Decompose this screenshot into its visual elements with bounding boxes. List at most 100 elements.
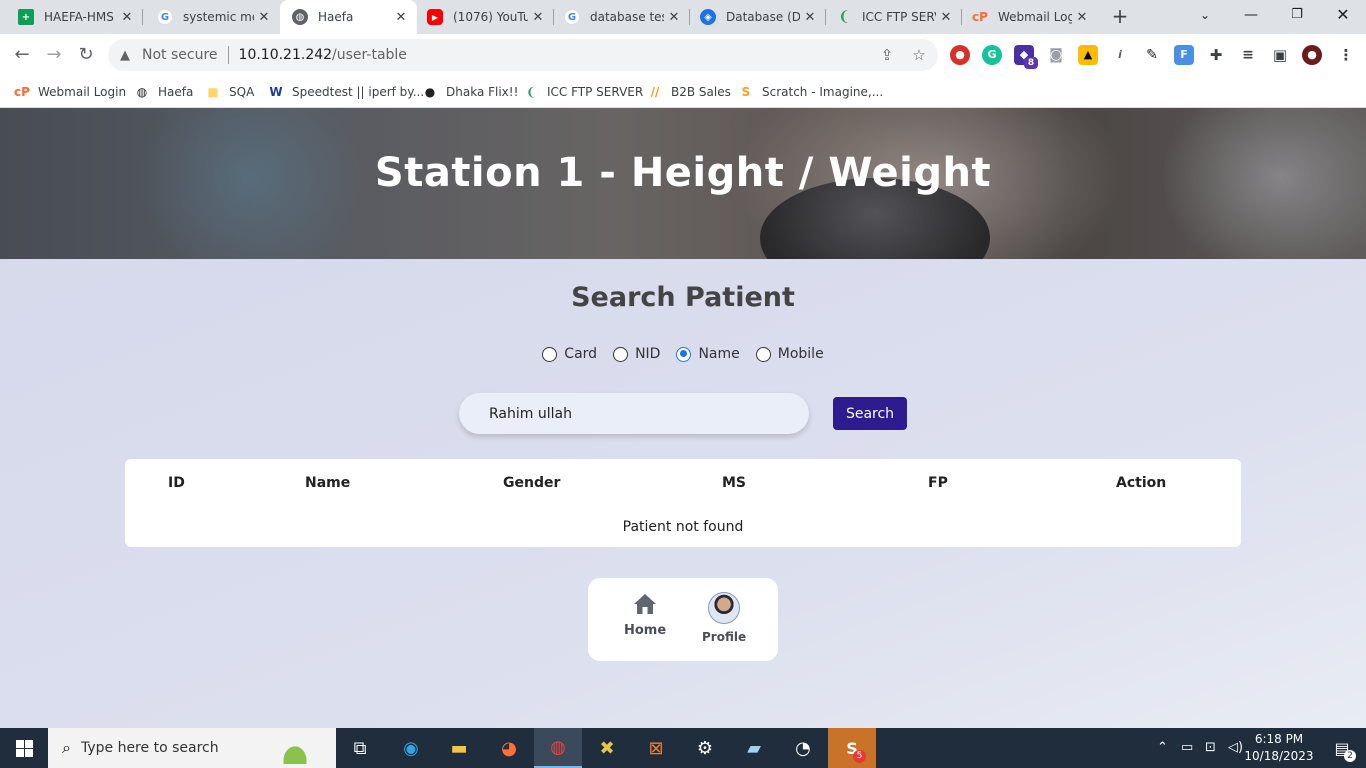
chrome-icon[interactable]: ◍	[534, 728, 582, 768]
menu-kebab-icon[interactable]: ⋮	[1336, 45, 1356, 65]
close-icon[interactable]: ✕	[664, 10, 684, 25]
notepad-app-icon[interactable]: ▰	[730, 728, 778, 768]
restore-button[interactable]: ❐	[1274, 0, 1320, 30]
task-view-icon[interactable]: ⧉	[336, 728, 384, 768]
patient-search-input[interactable]	[459, 393, 809, 434]
tab-database-test[interactable]: G database tes ✕	[554, 0, 690, 34]
side-panel-icon[interactable]: ▣	[1270, 45, 1290, 65]
security-label[interactable]: Not secure	[142, 47, 218, 63]
bookmark-dhakaflix[interactable]: ● Dhaka Flix!!	[422, 82, 519, 102]
file-explorer-icon[interactable]: ▬	[435, 728, 483, 768]
radio-button[interactable]	[542, 346, 558, 362]
bookmark-speedtest[interactable]: W Speedtest || iperf by...	[268, 82, 424, 102]
google-icon: G	[157, 9, 173, 25]
close-icon[interactable]: ✕	[936, 10, 956, 25]
battery-icon[interactable]: ▭	[1181, 740, 1193, 755]
puzzle-extensions-icon[interactable]: ✚	[1206, 45, 1226, 65]
radio-card[interactable]: Card	[542, 346, 597, 362]
hero-title: Station 1 - Height / Weight	[374, 150, 992, 196]
close-icon[interactable]: ✕	[800, 10, 820, 25]
speedometer-app-icon[interactable]: ◔	[779, 728, 827, 768]
settings-gear-icon[interactable]: ⚙	[681, 728, 729, 768]
column-header-fp: FP	[928, 475, 948, 491]
firefox-icon[interactable]: ◕	[485, 728, 533, 768]
font-extension-icon[interactable]: F	[1174, 45, 1194, 65]
close-icon[interactable]: ✕	[254, 10, 274, 25]
volume-icon[interactable]: ◁)	[1228, 740, 1243, 755]
clock-date: 10/18/2023	[1244, 749, 1314, 763]
tab-webmail[interactable]: cP Webmail Log ✕	[962, 0, 1098, 34]
warning-icon[interactable]: ▲	[120, 48, 136, 63]
network-icon[interactable]: ⊡	[1205, 740, 1216, 755]
search-highlight-illustration-icon	[272, 732, 318, 764]
taskbar-clock[interactable]: 6:18 PM 10/18/2023	[1244, 731, 1314, 765]
bookmark-icc-ftp[interactable]: ❨ ICC FTP SERVER	[523, 82, 643, 102]
radio-button[interactable]	[755, 346, 771, 362]
grammarly-extension-icon[interactable]: G	[982, 45, 1002, 65]
close-icon[interactable]: ✕	[391, 10, 411, 25]
start-button[interactable]	[0, 728, 48, 768]
tab-database-drawio[interactable]: ◈ Database (D ✕	[690, 0, 826, 34]
back-arrow-icon[interactable]: ←	[9, 42, 35, 68]
nav-home[interactable]: Home	[624, 592, 666, 638]
taskbar-search-box[interactable]: ⌕ Type here to search	[48, 728, 336, 768]
xampp-icon[interactable]: ⊠	[632, 728, 680, 768]
skype-app-icon[interactable]: S 5	[828, 728, 876, 768]
tab-youtube[interactable]: ▶ (1076) YouTu ✕	[417, 0, 554, 34]
bookmark-scratch[interactable]: S Scratch - Imagine,...	[738, 82, 883, 102]
bookmark-star-icon[interactable]: ☆	[910, 46, 928, 64]
radio-button[interactable]	[676, 346, 692, 362]
info-extension-icon[interactable]: i	[1110, 45, 1130, 65]
notification-center-icon[interactable]: ▤ 2	[1318, 728, 1366, 768]
share-icon[interactable]: ⇪	[878, 46, 896, 64]
bookmark-b2b[interactable]: // B2B Sales	[647, 82, 731, 102]
window-close-button[interactable]: ✕	[1320, 0, 1366, 30]
google-icon: G	[564, 9, 580, 25]
bookmark-label: B2B Sales	[671, 85, 731, 99]
column-header-id: ID	[168, 475, 185, 491]
browser-toolbar: ← → ↻ ▲ Not secure 10.10.21.242/user-tab…	[0, 34, 1366, 76]
profile-avatar-icon[interactable]: ●	[1302, 45, 1322, 65]
new-tab-button[interactable]: +	[1109, 5, 1131, 27]
bookmark-sqa[interactable]: ■ SQA	[205, 82, 254, 102]
tools-app-icon[interactable]: ✖	[583, 728, 631, 768]
adblock-extension-icon[interactable]: ●	[950, 45, 970, 65]
tab-label: (1076) YouTu	[453, 10, 528, 24]
bookmark-label: ICC FTP SERVER	[547, 85, 644, 99]
close-icon[interactable]: ✕	[528, 10, 548, 25]
tray-chevron-up-icon[interactable]: ⌃	[1157, 740, 1168, 755]
bookmark-webmail[interactable]: cP Webmail Login	[14, 82, 126, 102]
minimize-button[interactable]: —	[1228, 0, 1274, 30]
tab-haefa-hms[interactable]: + HAEFA-HMS ✕	[0, 0, 143, 34]
reload-icon[interactable]: ↻	[73, 42, 99, 68]
arrow-extension-icon[interactable]: ▲	[1078, 45, 1098, 65]
radio-button[interactable]	[613, 346, 629, 362]
media-control-icon[interactable]: ≡	[1238, 45, 1258, 65]
url-text[interactable]: 10.10.21.242/user-table	[239, 47, 407, 63]
bookmark-haefa[interactable]: ◍ Haefa	[134, 82, 194, 102]
tab-strip: + HAEFA-HMS ✕ G systemic me ✕ ◍ Haefa ✕ …	[0, 0, 1366, 34]
close-icon[interactable]: ✕	[117, 10, 137, 25]
tab-icc-ftp[interactable]: ❨ ICC FTP SERV ✕	[826, 0, 962, 34]
nav-profile[interactable]: Profile	[702, 592, 746, 644]
radio-nid[interactable]: NID	[613, 346, 660, 362]
tab-haefa[interactable]: ◍ Haefa ✕	[280, 0, 417, 34]
search-icon: ⌕	[62, 738, 71, 757]
tab-search-chevron-icon[interactable]: ⌄	[1182, 0, 1228, 30]
tab-label: ICC FTP SERV	[862, 10, 936, 24]
edge-icon[interactable]: ◉	[387, 728, 435, 768]
bookmark-label: Speedtest || iperf by...	[292, 85, 425, 99]
url-path: /user-table	[332, 47, 407, 63]
camera-extension-icon[interactable]: ◙	[1046, 45, 1066, 65]
home-icon	[634, 594, 657, 614]
search-button[interactable]: Search	[833, 397, 907, 430]
icc-icon: ❨	[525, 85, 537, 99]
eyedropper-extension-icon[interactable]: ✎	[1142, 45, 1162, 65]
bookmarks-bar: cP Webmail Login ◍ Haefa ■ SQA W Speedte…	[0, 76, 1366, 108]
radio-name[interactable]: Name	[676, 346, 740, 362]
close-icon[interactable]: ✕	[1072, 10, 1092, 25]
radio-mobile[interactable]: Mobile	[755, 346, 824, 362]
forward-arrow-icon[interactable]: →	[41, 42, 67, 68]
address-bar[interactable]: ▲ Not secure 10.10.21.242/user-table ⇪ ☆	[108, 39, 938, 71]
tab-systemic[interactable]: G systemic me ✕	[143, 0, 280, 34]
